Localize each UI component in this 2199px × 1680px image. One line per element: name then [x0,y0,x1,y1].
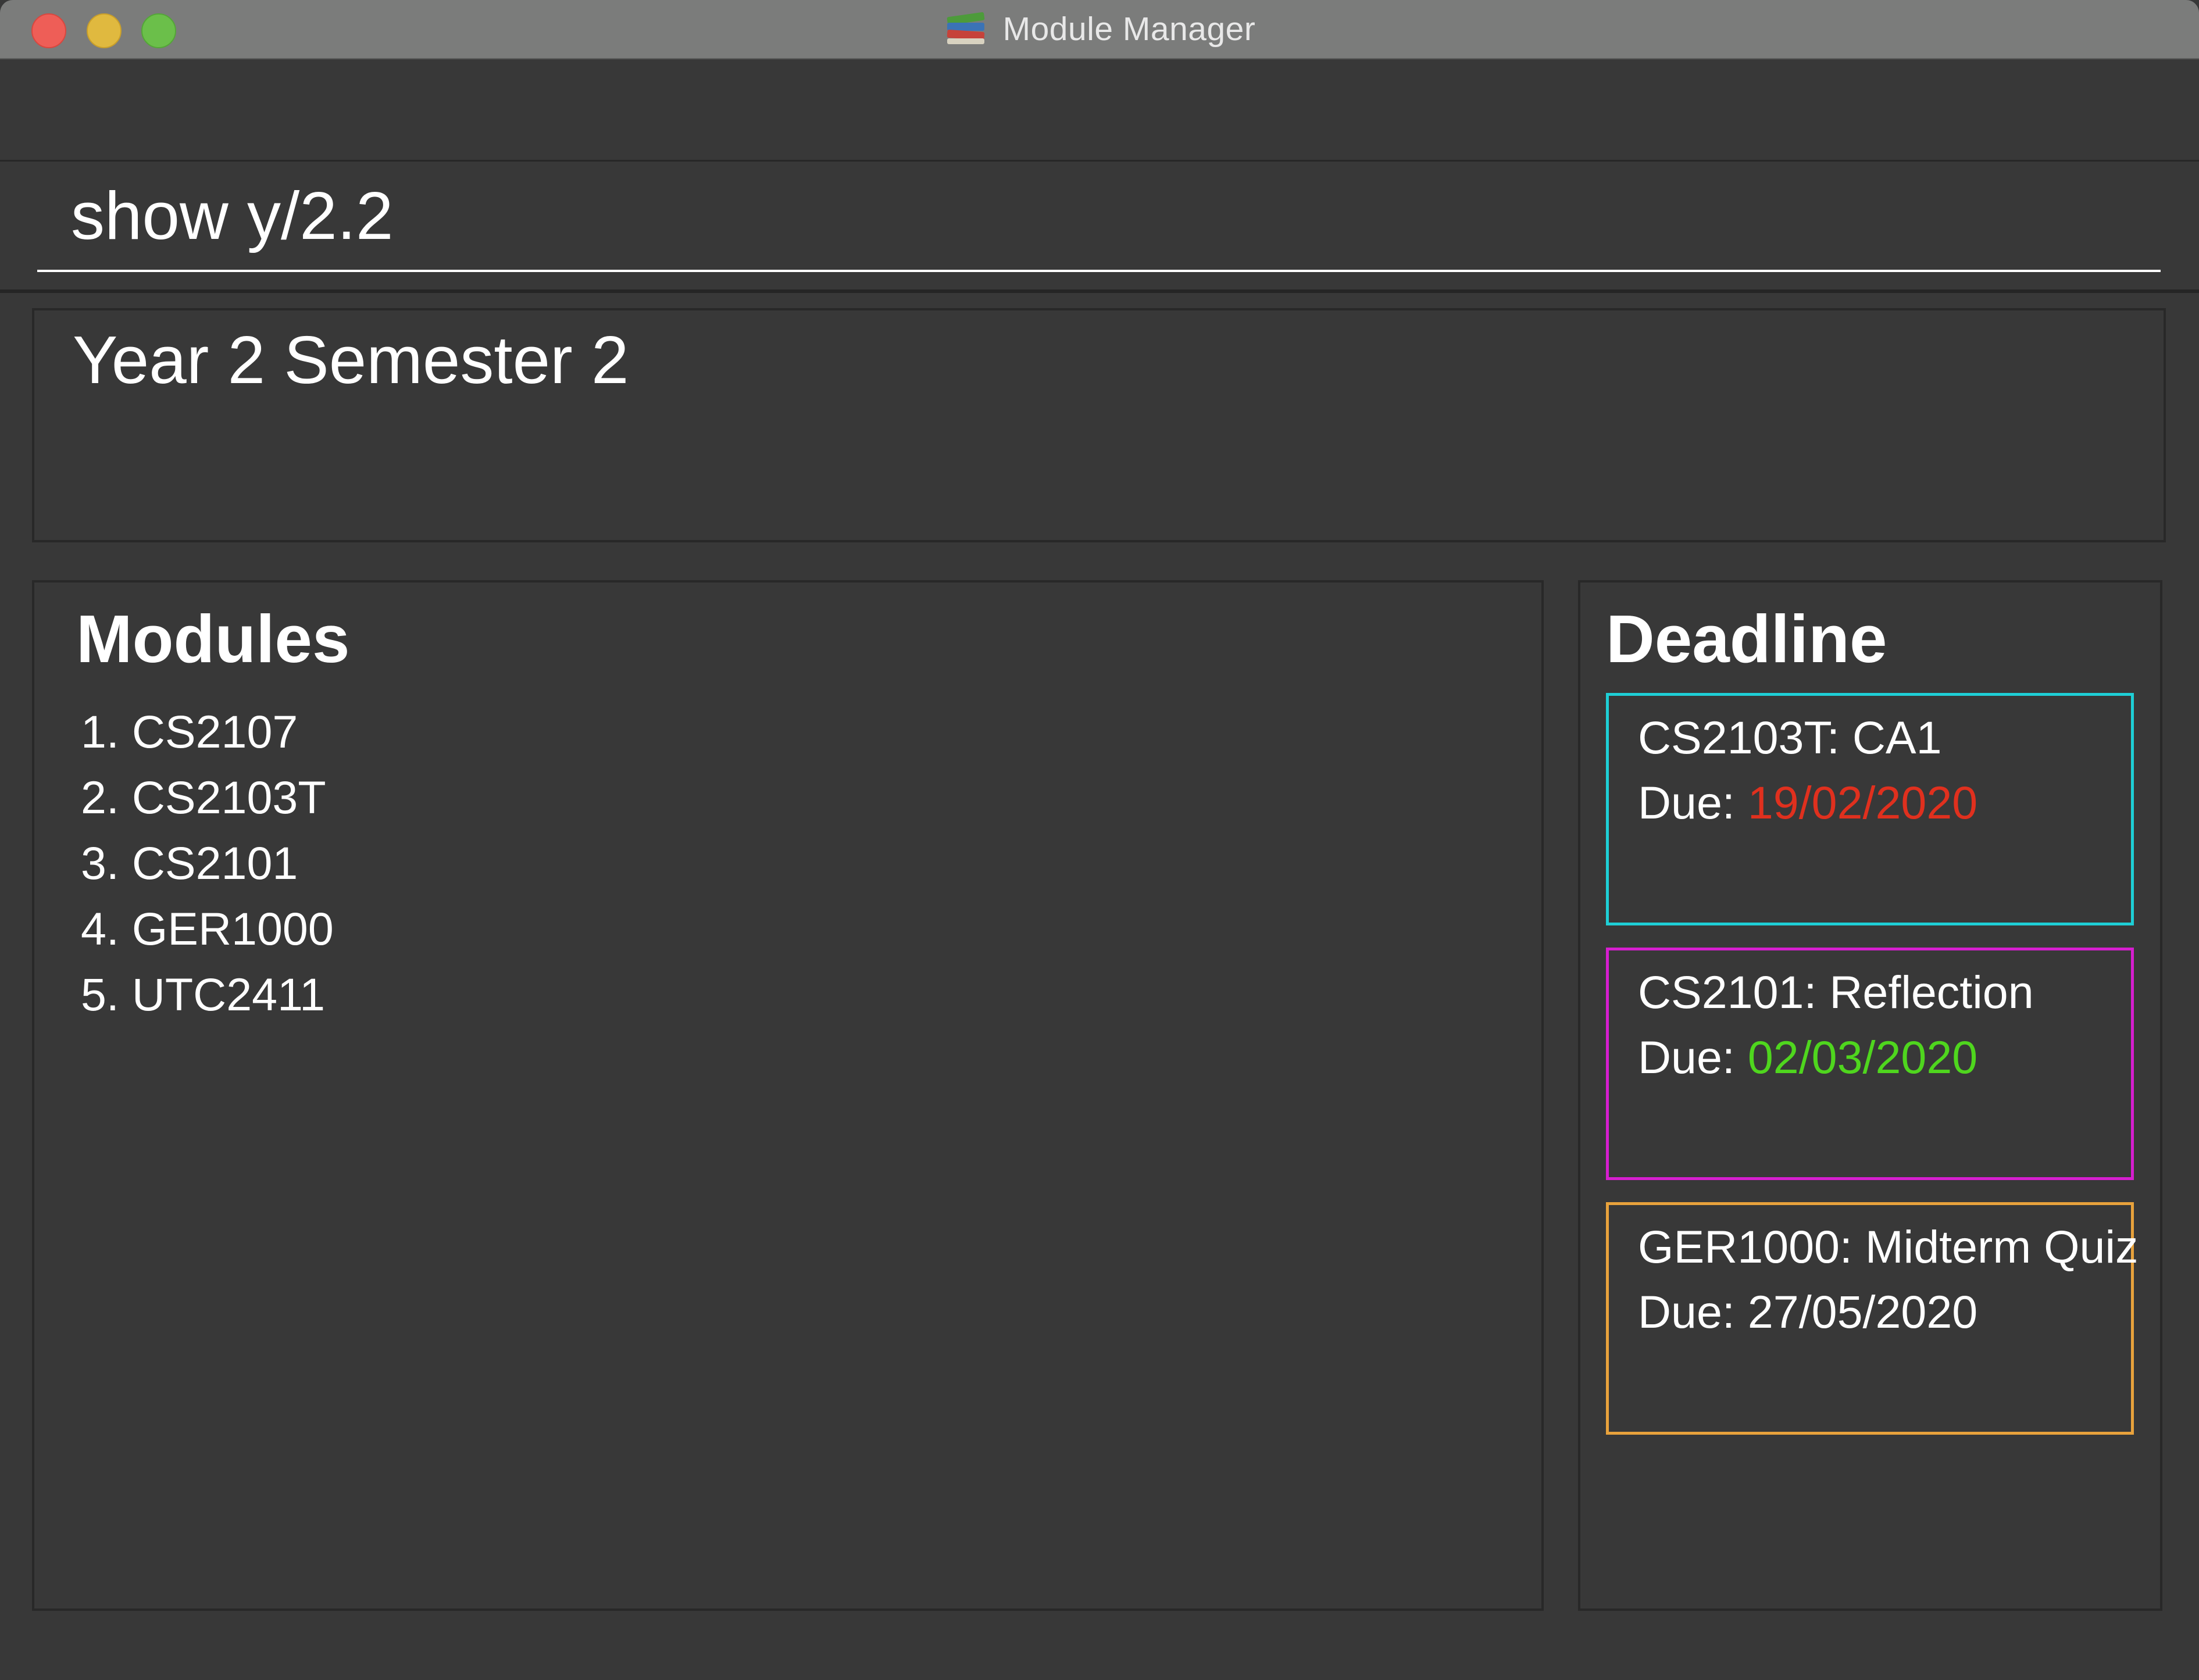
deadline-due: Due: 19/02/2020 [1638,776,1977,830]
module-item[interactable]: 2. CS2103T [81,764,334,830]
due-label: Due: [1638,1031,1748,1083]
deadline-title: CS2103T: CA1 [1638,712,1942,763]
title-bar: Module Manager [0,0,2199,59]
module-item[interactable]: 3. CS2101 [81,830,334,896]
result-display: Year 2 Semester 2 [32,308,2166,542]
due-date: 27/05/2020 [1747,1286,1978,1338]
modules-heading: Modules [76,601,350,677]
deadline-panel: Deadline CS2103T: CA1 Due: 19/02/2020 CS… [1578,580,2162,1611]
due-date: 02/03/2020 [1747,1031,1978,1083]
due-label: Due: [1638,1286,1748,1338]
deadline-due: Due: 02/03/2020 [1638,1031,1977,1084]
result-text: Year 2 Semester 2 [73,322,629,398]
window-title-container: Module Manager [0,0,2199,58]
window-title: Module Manager [1002,10,1256,48]
deadline-due: Due: 27/05/2020 [1638,1285,1977,1339]
command-input[interactable] [37,162,2161,272]
due-label: Due: [1638,777,1748,828]
books-icon [944,11,988,47]
modules-panel: Modules 1. CS2107 2. CS2103T 3. CS2101 4… [32,580,1544,1611]
deadline-card[interactable]: GER1000: Midterm Quiz Due: 27/05/2020 [1606,1202,2139,1435]
deadline-title: GER1000: Midterm Quiz [1638,1221,2139,1272]
module-list: 1. CS2107 2. CS2103T 3. CS2101 4. GER100… [81,699,334,1027]
module-item[interactable]: 1. CS2107 [81,699,334,764]
deadline-heading: Deadline [1606,601,1887,677]
app-window: Module Manager Year 2 Semester 2 Modules… [0,0,2199,1680]
deadline-card[interactable]: CS2103T: CA1 Due: 19/02/2020 [1606,693,2134,925]
module-item[interactable]: 5. UTC2411 [81,961,334,1027]
due-date: 19/02/2020 [1747,777,1978,828]
command-box [0,162,2199,293]
deadline-card[interactable]: CS2101: Reflection Due: 02/03/2020 [1606,948,2134,1180]
menu-bar [0,59,2199,162]
deadline-title: CS2101: Reflection [1638,966,2034,1018]
module-item[interactable]: 4. GER1000 [81,896,334,961]
